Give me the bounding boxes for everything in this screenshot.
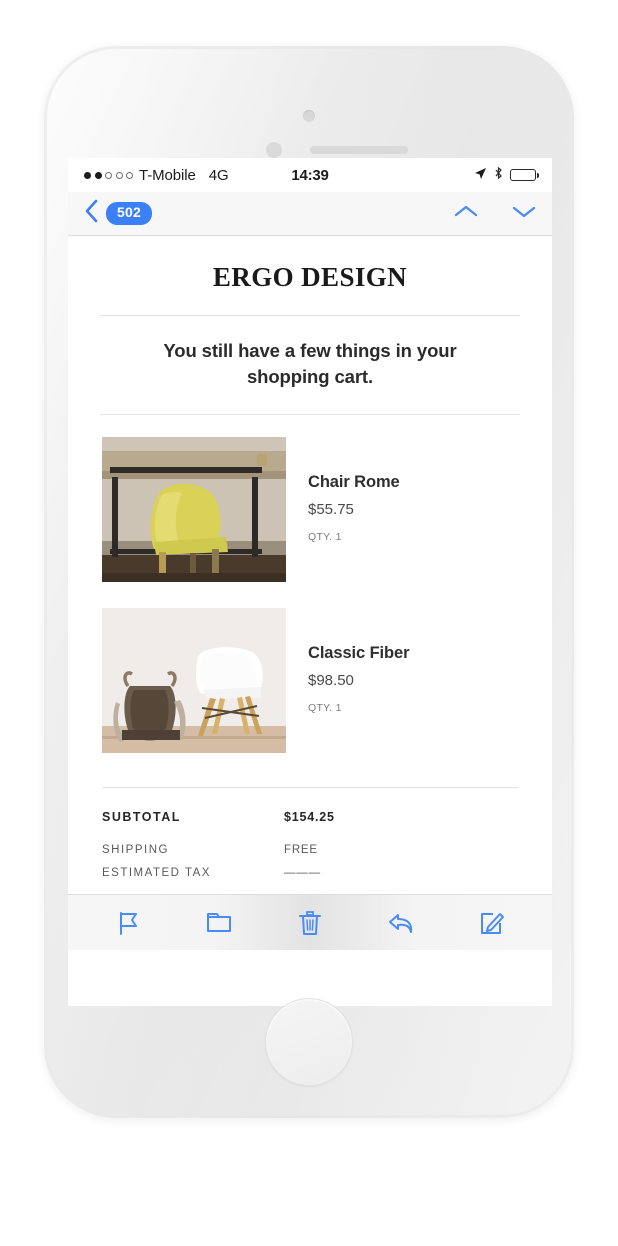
chevron-up-icon[interactable] — [454, 204, 478, 224]
flag-icon[interactable] — [113, 908, 143, 938]
cart-item-row[interactable]: Classic Fiber $98.50 QTY. 1 — [68, 607, 552, 753]
home-button[interactable] — [265, 998, 353, 1086]
summary-row-shipping: SHIPPING FREE — [102, 844, 518, 856]
product-image-chair-rome — [102, 436, 286, 582]
compose-icon[interactable] — [477, 908, 507, 938]
proximity-sensor-icon — [266, 142, 282, 158]
reply-icon[interactable] — [386, 908, 416, 938]
email-headline: You still have a few things in your shop… — [163, 340, 457, 388]
unread-count-badge[interactable]: 502 — [106, 202, 152, 225]
cart-item-row[interactable]: Chair Rome $55.75 QTY. 1 — [68, 436, 552, 582]
battery-icon — [510, 169, 539, 181]
shipping-label: SHIPPING — [102, 843, 169, 856]
shipping-value: FREE — [284, 843, 318, 856]
phone-screen: T-Mobile 4G 14:39 502 ERGO DESIGN You st… — [68, 158, 552, 1006]
product-quantity: QTY. 1 — [308, 530, 342, 543]
subtotal-label: SUBTOTAL — [102, 809, 181, 824]
cart-items-list: Chair Rome $55.75 QTY. 1 Classic Fiber $… — [68, 415, 552, 753]
status-bar: T-Mobile 4G 14:39 — [68, 158, 552, 192]
summary-row-subtotal: SUBTOTAL $154.25 — [102, 810, 518, 824]
clock-label: 14:39 — [291, 166, 329, 184]
product-name: Chair Rome — [308, 472, 400, 491]
estimated-tax-label: ESTIMATED TAX — [102, 866, 211, 879]
chevron-left-icon[interactable] — [84, 199, 99, 228]
divider-above-totals — [102, 786, 518, 788]
message-nav-controls — [454, 204, 536, 224]
back-button[interactable]: 502 — [84, 199, 152, 228]
cart-item-info: Chair Rome $55.75 QTY. 1 — [286, 437, 400, 543]
cart-item-info: Classic Fiber $98.50 QTY. 1 — [286, 608, 410, 714]
front-camera-icon — [303, 110, 315, 122]
subtotal-value: $154.25 — [284, 809, 335, 824]
product-price: $98.50 — [308, 671, 354, 689]
trash-icon[interactable] — [295, 908, 325, 938]
mail-action-toolbar — [68, 894, 552, 950]
brand-logo-text: ERGO DESIGN — [212, 262, 408, 292]
order-summary: SUBTOTAL $154.25 SHIPPING FREE ESTIMATED… — [68, 779, 552, 879]
estimated-tax-value: ——— — [284, 866, 321, 879]
phone-device: T-Mobile 4G 14:39 502 ERGO DESIGN You st… — [44, 46, 574, 1118]
summary-row-estimated-tax: ESTIMATED TAX ——— — [102, 867, 518, 879]
product-price: $55.75 — [308, 500, 354, 518]
mail-navigation-bar: 502 — [68, 192, 552, 236]
product-quantity: QTY. 1 — [308, 701, 342, 714]
product-name: Classic Fiber — [308, 643, 410, 662]
email-message-body: ERGO DESIGN You still have a few things … — [68, 236, 552, 950]
product-image-classic-fiber — [102, 607, 286, 753]
earpiece-speaker-icon — [310, 146, 408, 154]
screenshot-canvas: T-Mobile 4G 14:39 502 ERGO DESIGN You st… — [0, 0, 618, 1246]
folder-icon[interactable] — [204, 908, 234, 938]
chevron-down-icon[interactable] — [512, 204, 536, 224]
